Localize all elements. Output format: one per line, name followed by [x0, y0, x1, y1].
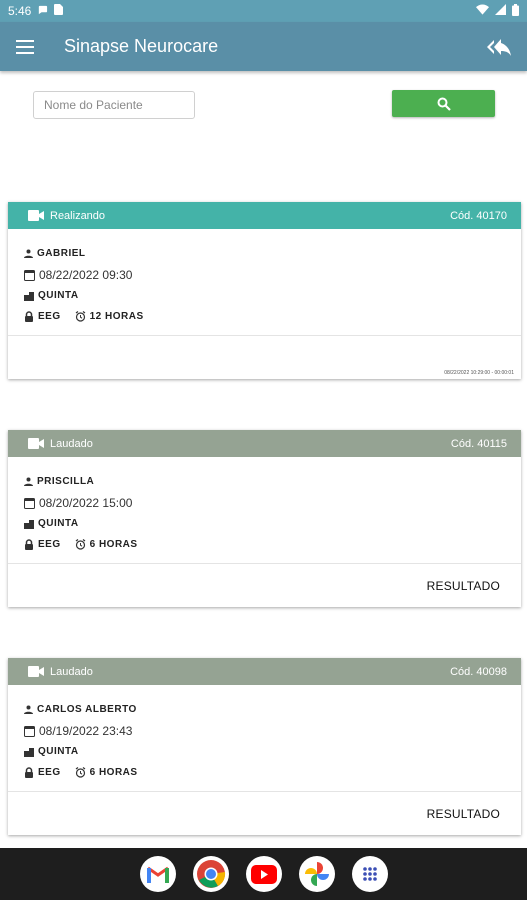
search-icon	[437, 97, 451, 111]
building-icon	[24, 519, 34, 529]
card-body: CARLOS ALBERTO 08/19/2022 23:43 QUINTA E…	[8, 685, 521, 791]
card-code: Cód. 40170	[450, 209, 507, 222]
exam-datetime: 08/22/2022 09:30	[39, 267, 133, 282]
sim-notification-icon	[54, 4, 64, 18]
youtube-icon[interactable]	[245, 856, 282, 892]
app-title: Sinapse Neurocare	[64, 36, 219, 56]
photos-icon[interactable]	[298, 856, 335, 892]
card-body: PRISCILLA 08/20/2022 15:00 QUINTA EEG 6 …	[8, 457, 521, 563]
reply-all-button[interactable]	[471, 22, 527, 71]
card-code: Cód. 40098	[450, 665, 507, 678]
card-status: Realizando	[50, 209, 106, 222]
menu-button[interactable]	[0, 22, 50, 71]
patient-name: PRISCILLA	[37, 476, 95, 487]
chrome-icon[interactable]	[192, 856, 229, 892]
footer-timestamp: 08/22/2022 10:29:00 - 00:00:01	[444, 370, 514, 376]
alarm-clock-icon	[75, 767, 86, 778]
app-drawer-icon[interactable]	[351, 856, 388, 892]
clinic-unit: QUINTA	[38, 746, 79, 757]
lock-icon	[24, 539, 34, 550]
patient-name: GABRIEL	[37, 248, 86, 259]
card-status: Laudado	[50, 665, 93, 678]
calendar-icon	[24, 497, 35, 509]
exam-datetime: 08/20/2022 15:00	[39, 495, 133, 510]
wifi-icon	[476, 4, 489, 18]
card-header: Laudado Cód. 40115	[8, 430, 521, 457]
lock-icon	[24, 767, 34, 778]
result-button[interactable]: RESULTADO	[427, 807, 500, 821]
hamburger-menu-icon	[16, 39, 34, 54]
video-camera-icon	[28, 438, 44, 449]
exam-type: EEG	[38, 539, 61, 550]
building-icon	[24, 291, 34, 301]
person-icon	[24, 249, 33, 258]
alarm-clock-icon	[75, 311, 86, 322]
exam-type: EEG	[38, 311, 61, 322]
signal-icon	[495, 4, 506, 18]
search-button[interactable]	[392, 90, 495, 117]
clinic-unit: QUINTA	[38, 518, 79, 529]
video-camera-icon	[28, 666, 44, 677]
card-status: Laudado	[50, 437, 93, 450]
card-header: Laudado Cód. 40098	[8, 658, 521, 685]
lock-icon	[24, 311, 34, 322]
card-footer: 08/22/2022 10:29:00 - 00:00:01	[8, 335, 521, 379]
calendar-icon	[24, 725, 35, 737]
card-footer: RESULTADO	[8, 563, 521, 607]
person-icon	[24, 477, 33, 486]
patient-name-search-input[interactable]	[33, 91, 195, 119]
battery-icon	[512, 3, 519, 19]
building-icon	[24, 747, 34, 757]
status-time: 5:46	[8, 4, 32, 18]
card-code: Cód. 40115	[450, 437, 507, 450]
exam-card[interactable]: Laudado Cód. 40115 PRISCILLA 08/20/2022 …	[8, 430, 521, 607]
patient-name: CARLOS ALBERTO	[37, 704, 137, 715]
reply-all-icon	[487, 38, 511, 56]
app-bar: Sinapse Neurocare	[0, 22, 527, 71]
exam-card[interactable]: Realizando Cód. 40170 GABRIEL 08/22/2022…	[8, 202, 521, 379]
gmail-icon[interactable]	[139, 856, 176, 892]
chat-notification-icon	[37, 4, 48, 18]
card-header: Realizando Cód. 40170	[8, 202, 521, 229]
card-body: GABRIEL 08/22/2022 09:30 QUINTA EEG 12 H…	[8, 229, 521, 335]
app-dock	[0, 848, 527, 900]
card-footer: RESULTADO	[8, 791, 521, 835]
person-icon	[24, 705, 33, 714]
exam-duration: 6 HORAS	[89, 767, 138, 778]
exam-card[interactable]: Laudado Cód. 40098 CARLOS ALBERTO 08/19/…	[8, 658, 521, 835]
alarm-clock-icon	[75, 539, 86, 550]
clinic-unit: QUINTA	[38, 290, 79, 301]
exam-datetime: 08/19/2022 23:43	[39, 723, 133, 738]
video-camera-icon	[28, 210, 44, 221]
result-button[interactable]: RESULTADO	[427, 579, 500, 593]
calendar-icon	[24, 269, 35, 281]
exam-type: EEG	[38, 767, 61, 778]
exam-duration: 6 HORAS	[89, 539, 138, 550]
exam-duration: 12 HORAS	[89, 311, 144, 322]
status-bar: 5:46	[0, 0, 527, 22]
